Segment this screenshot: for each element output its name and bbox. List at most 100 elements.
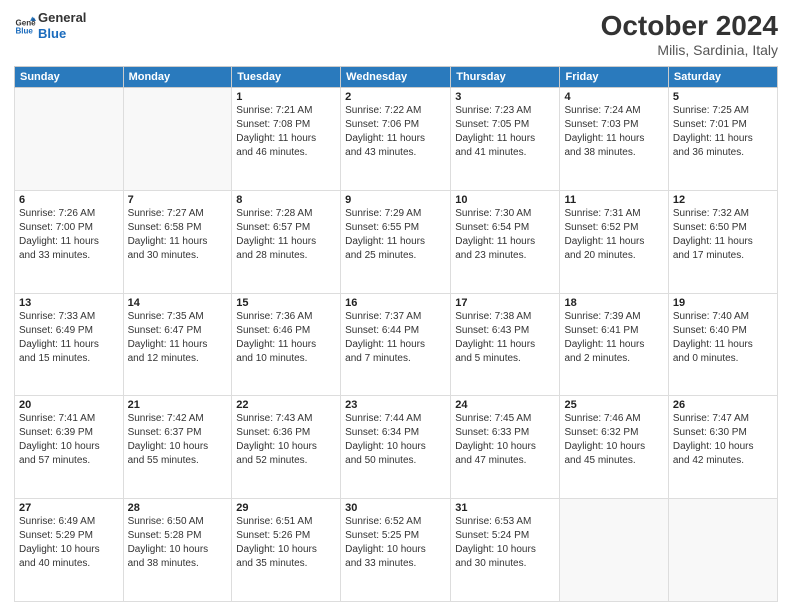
page: General Blue General Blue October 2024 M…: [0, 0, 792, 612]
logo-text-general: General: [38, 10, 86, 26]
day-number: 14: [128, 297, 228, 309]
day-info: Sunrise: 7:21 AM Sunset: 7:08 PM Dayligh…: [236, 104, 336, 160]
day-info: Sunrise: 7:31 AM Sunset: 6:52 PM Dayligh…: [564, 207, 663, 263]
week-row-5: 27Sunrise: 6:49 AM Sunset: 5:29 PM Dayli…: [15, 499, 778, 602]
day-number: 22: [236, 399, 336, 411]
day-number: 25: [564, 399, 663, 411]
day-number: 4: [564, 91, 663, 103]
calendar-cell: 4Sunrise: 7:24 AM Sunset: 7:03 PM Daylig…: [560, 88, 668, 191]
calendar-cell: 18Sunrise: 7:39 AM Sunset: 6:41 PM Dayli…: [560, 293, 668, 396]
calendar-cell: 17Sunrise: 7:38 AM Sunset: 6:43 PM Dayli…: [451, 293, 560, 396]
calendar-cell: [123, 88, 232, 191]
day-number: 5: [673, 91, 773, 103]
day-number: 19: [673, 297, 773, 309]
day-number: 9: [345, 194, 446, 206]
day-number: 11: [564, 194, 663, 206]
title-block: October 2024 Milis, Sardinia, Italy: [601, 10, 778, 58]
day-info: Sunrise: 6:51 AM Sunset: 5:26 PM Dayligh…: [236, 515, 336, 571]
day-info: Sunrise: 7:47 AM Sunset: 6:30 PM Dayligh…: [673, 412, 773, 468]
week-row-3: 13Sunrise: 7:33 AM Sunset: 6:49 PM Dayli…: [15, 293, 778, 396]
weekday-tuesday: Tuesday: [232, 67, 341, 88]
day-info: Sunrise: 6:50 AM Sunset: 5:28 PM Dayligh…: [128, 515, 228, 571]
day-info: Sunrise: 7:26 AM Sunset: 7:00 PM Dayligh…: [19, 207, 119, 263]
day-number: 8: [236, 194, 336, 206]
day-info: Sunrise: 6:52 AM Sunset: 5:25 PM Dayligh…: [345, 515, 446, 571]
calendar-cell: 14Sunrise: 7:35 AM Sunset: 6:47 PM Dayli…: [123, 293, 232, 396]
day-info: Sunrise: 7:27 AM Sunset: 6:58 PM Dayligh…: [128, 207, 228, 263]
calendar-cell: 1Sunrise: 7:21 AM Sunset: 7:08 PM Daylig…: [232, 88, 341, 191]
day-number: 27: [19, 502, 119, 514]
calendar-cell: 16Sunrise: 7:37 AM Sunset: 6:44 PM Dayli…: [341, 293, 451, 396]
week-row-4: 20Sunrise: 7:41 AM Sunset: 6:39 PM Dayli…: [15, 396, 778, 499]
weekday-wednesday: Wednesday: [341, 67, 451, 88]
day-number: 29: [236, 502, 336, 514]
day-number: 13: [19, 297, 119, 309]
calendar-cell: 15Sunrise: 7:36 AM Sunset: 6:46 PM Dayli…: [232, 293, 341, 396]
calendar-cell: 27Sunrise: 6:49 AM Sunset: 5:29 PM Dayli…: [15, 499, 124, 602]
calendar-cell: 23Sunrise: 7:44 AM Sunset: 6:34 PM Dayli…: [341, 396, 451, 499]
day-number: 28: [128, 502, 228, 514]
day-number: 1: [236, 91, 336, 103]
header: General Blue General Blue October 2024 M…: [14, 10, 778, 58]
day-number: 21: [128, 399, 228, 411]
day-info: Sunrise: 7:33 AM Sunset: 6:49 PM Dayligh…: [19, 310, 119, 366]
calendar-cell: 29Sunrise: 6:51 AM Sunset: 5:26 PM Dayli…: [232, 499, 341, 602]
day-info: Sunrise: 7:46 AM Sunset: 6:32 PM Dayligh…: [564, 412, 663, 468]
subtitle: Milis, Sardinia, Italy: [601, 42, 778, 58]
calendar-cell: 21Sunrise: 7:42 AM Sunset: 6:37 PM Dayli…: [123, 396, 232, 499]
calendar-cell: 20Sunrise: 7:41 AM Sunset: 6:39 PM Dayli…: [15, 396, 124, 499]
calendar-cell: 3Sunrise: 7:23 AM Sunset: 7:05 PM Daylig…: [451, 88, 560, 191]
day-info: Sunrise: 7:40 AM Sunset: 6:40 PM Dayligh…: [673, 310, 773, 366]
day-info: Sunrise: 7:30 AM Sunset: 6:54 PM Dayligh…: [455, 207, 555, 263]
day-info: Sunrise: 7:32 AM Sunset: 6:50 PM Dayligh…: [673, 207, 773, 263]
logo-icon: General Blue: [14, 15, 36, 37]
svg-text:Blue: Blue: [15, 26, 33, 35]
calendar-cell: 9Sunrise: 7:29 AM Sunset: 6:55 PM Daylig…: [341, 190, 451, 293]
day-info: Sunrise: 7:28 AM Sunset: 6:57 PM Dayligh…: [236, 207, 336, 263]
day-info: Sunrise: 7:45 AM Sunset: 6:33 PM Dayligh…: [455, 412, 555, 468]
calendar-cell: 24Sunrise: 7:45 AM Sunset: 6:33 PM Dayli…: [451, 396, 560, 499]
calendar: SundayMondayTuesdayWednesdayThursdayFrid…: [14, 66, 778, 602]
calendar-cell: 10Sunrise: 7:30 AM Sunset: 6:54 PM Dayli…: [451, 190, 560, 293]
day-info: Sunrise: 7:42 AM Sunset: 6:37 PM Dayligh…: [128, 412, 228, 468]
calendar-cell: 31Sunrise: 6:53 AM Sunset: 5:24 PM Dayli…: [451, 499, 560, 602]
day-number: 6: [19, 194, 119, 206]
weekday-monday: Monday: [123, 67, 232, 88]
day-number: 31: [455, 502, 555, 514]
calendar-cell: 26Sunrise: 7:47 AM Sunset: 6:30 PM Dayli…: [668, 396, 777, 499]
calendar-cell: 12Sunrise: 7:32 AM Sunset: 6:50 PM Dayli…: [668, 190, 777, 293]
day-number: 26: [673, 399, 773, 411]
day-number: 23: [345, 399, 446, 411]
calendar-cell: 25Sunrise: 7:46 AM Sunset: 6:32 PM Dayli…: [560, 396, 668, 499]
day-info: Sunrise: 7:25 AM Sunset: 7:01 PM Dayligh…: [673, 104, 773, 160]
calendar-cell: 8Sunrise: 7:28 AM Sunset: 6:57 PM Daylig…: [232, 190, 341, 293]
week-row-2: 6Sunrise: 7:26 AM Sunset: 7:00 PM Daylig…: [15, 190, 778, 293]
logo-text-blue: Blue: [38, 26, 86, 42]
calendar-cell: 6Sunrise: 7:26 AM Sunset: 7:00 PM Daylig…: [15, 190, 124, 293]
day-info: Sunrise: 7:37 AM Sunset: 6:44 PM Dayligh…: [345, 310, 446, 366]
day-info: Sunrise: 7:23 AM Sunset: 7:05 PM Dayligh…: [455, 104, 555, 160]
day-number: 12: [673, 194, 773, 206]
week-row-1: 1Sunrise: 7:21 AM Sunset: 7:08 PM Daylig…: [15, 88, 778, 191]
calendar-cell: 7Sunrise: 7:27 AM Sunset: 6:58 PM Daylig…: [123, 190, 232, 293]
calendar-cell: 28Sunrise: 6:50 AM Sunset: 5:28 PM Dayli…: [123, 499, 232, 602]
day-info: Sunrise: 7:41 AM Sunset: 6:39 PM Dayligh…: [19, 412, 119, 468]
day-number: 7: [128, 194, 228, 206]
calendar-cell: 2Sunrise: 7:22 AM Sunset: 7:06 PM Daylig…: [341, 88, 451, 191]
day-number: 24: [455, 399, 555, 411]
day-info: Sunrise: 7:22 AM Sunset: 7:06 PM Dayligh…: [345, 104, 446, 160]
day-info: Sunrise: 7:29 AM Sunset: 6:55 PM Dayligh…: [345, 207, 446, 263]
main-title: October 2024: [601, 10, 778, 42]
calendar-cell: 19Sunrise: 7:40 AM Sunset: 6:40 PM Dayli…: [668, 293, 777, 396]
day-info: Sunrise: 7:39 AM Sunset: 6:41 PM Dayligh…: [564, 310, 663, 366]
day-info: Sunrise: 7:43 AM Sunset: 6:36 PM Dayligh…: [236, 412, 336, 468]
day-info: Sunrise: 7:44 AM Sunset: 6:34 PM Dayligh…: [345, 412, 446, 468]
calendar-cell: 11Sunrise: 7:31 AM Sunset: 6:52 PM Dayli…: [560, 190, 668, 293]
logo: General Blue General Blue: [14, 10, 86, 41]
day-number: 15: [236, 297, 336, 309]
day-info: Sunrise: 6:53 AM Sunset: 5:24 PM Dayligh…: [455, 515, 555, 571]
weekday-friday: Friday: [560, 67, 668, 88]
weekday-saturday: Saturday: [668, 67, 777, 88]
day-info: Sunrise: 7:35 AM Sunset: 6:47 PM Dayligh…: [128, 310, 228, 366]
day-number: 3: [455, 91, 555, 103]
